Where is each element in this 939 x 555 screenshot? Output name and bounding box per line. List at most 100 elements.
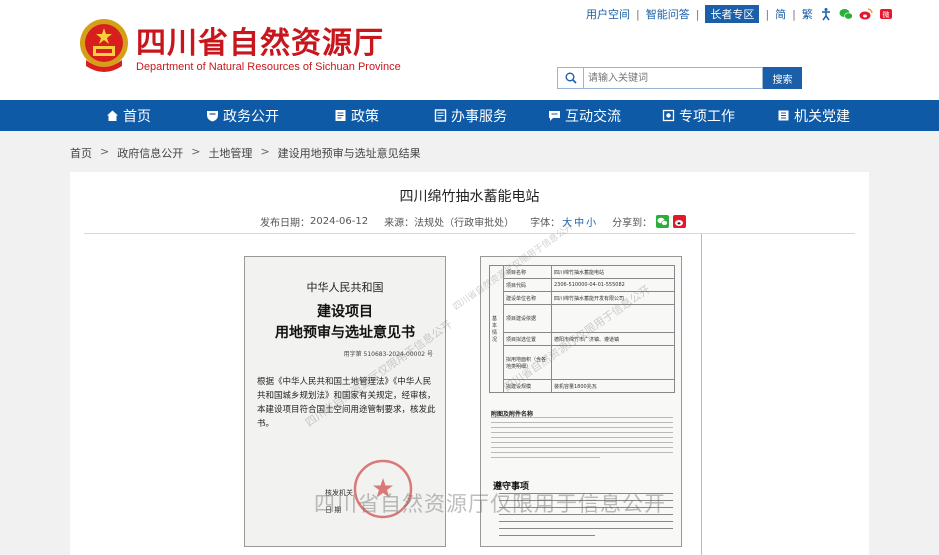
shield-icon — [207, 111, 218, 122]
divider: | — [636, 7, 640, 21]
table-row: 拟用地面积（含各地类明细） — [490, 345, 675, 380]
nav-special-work[interactable]: 专项工作 — [662, 100, 735, 131]
nav-home[interactable]: 首页 — [106, 100, 151, 131]
search-icon[interactable] — [557, 67, 583, 89]
site-name-en: Department of Natural Resources of Sichu… — [136, 61, 401, 73]
divider: | — [792, 7, 796, 21]
doc-number: 用字第 510683-2024-00002 号 — [343, 351, 433, 358]
form-icon — [434, 109, 447, 122]
source-label: 来源： — [384, 218, 415, 229]
breadcrumb-land[interactable]: 土地管理 — [208, 145, 252, 161]
breadcrumb-separator: > — [100, 145, 110, 158]
table-cell: 德阳市绵竹市广济镇、遵道镇 — [551, 332, 675, 346]
nav-gov-affairs[interactable]: 政务公开 — [206, 100, 279, 131]
font-large-button[interactable]: 大 — [562, 214, 572, 229]
nav-label: 机关党建 — [794, 108, 850, 125]
user-space-link[interactable]: 用户空间 — [586, 6, 630, 22]
article-container: 四川绵竹抽水蓄能电站 发布日期： 2024-06-12 来源： 法规处（行政审批… — [70, 172, 869, 555]
breadcrumb-separator: > — [260, 145, 270, 158]
document-image-details[interactable]: 基本情况 项目名称 四川绵竹抽水蓄能电站 项目代码 2306-510000-04-01… — [480, 256, 682, 547]
breadcrumb-gov-info[interactable]: 政府信息公开 — [117, 145, 183, 161]
doc-issuer: 核发机关 — [325, 489, 353, 497]
table-cell: 装机容量1800兆瓦 — [551, 379, 675, 393]
table-cell — [551, 304, 675, 333]
table-cell: 四川绵竹抽水蓄能电站 — [551, 265, 675, 279]
doc-attachment-text — [491, 417, 673, 471]
search-input[interactable] — [583, 67, 763, 89]
divider — [701, 234, 702, 555]
table-cell: 项目名称 — [503, 265, 552, 279]
publish-date: 2024-06-12 — [310, 216, 369, 227]
table-cell: 2306-510000-04-01-555082 — [551, 278, 675, 292]
share-weibo-icon[interactable] — [673, 215, 687, 228]
nav-party-building[interactable]: 机关党建 — [777, 100, 850, 131]
nav-label: 政策 — [351, 108, 379, 125]
nav-interaction[interactable]: 互动交流 — [548, 100, 621, 131]
main-nav: 首页 政务公开 政策 办事服务 互动交流 专项工作 机关党建 — [0, 100, 939, 131]
share-wechat-icon[interactable] — [656, 215, 670, 228]
breadcrumb-separator: > — [191, 145, 201, 158]
nav-label: 办事服务 — [451, 108, 507, 125]
table-row: 基本情况 项目名称 四川绵竹抽水蓄能电站 — [489, 265, 675, 393]
share-label: 分享到： — [612, 218, 653, 229]
table-cell: 拟建设规模 — [503, 379, 552, 393]
doc-title-line2: 用地预审与选址意见书 — [275, 325, 415, 341]
table-row: 项目拟选位置 德阳市绵竹市广济镇、遵道镇 — [490, 332, 675, 346]
document-icon — [335, 110, 346, 121]
document-image-cover[interactable]: 中华人民共和国 建设项目 用地预审与选址意见书 用字第 510683-2024-… — [244, 256, 446, 547]
doc-notice-title: 遵守事项 — [493, 482, 530, 492]
table-cell: 建设单位名称 — [503, 291, 552, 305]
site-name-cn: 四川省自然资源厅 — [136, 26, 384, 61]
breadcrumb: 首页 > 政府信息公开 > 土地管理 > 建设用地预审与选址意见结果 — [70, 145, 421, 161]
divider — [84, 233, 855, 234]
wechat-icon[interactable] — [839, 7, 853, 21]
font-small-button[interactable]: 小 — [586, 214, 596, 229]
table-row: 项目建设依据 — [490, 304, 675, 333]
table-cell: 拟用地面积（含各地类明细） — [503, 345, 552, 380]
article-meta: 发布日期： 2024-06-12 来源： 法规处（行政审批处） 字体： 大 中 … — [260, 214, 687, 229]
smart-qa-link[interactable]: 智能问答 — [646, 6, 690, 22]
nav-label: 互动交流 — [565, 108, 621, 125]
table-row: 项目代码 2306-510000-04-01-555082 — [490, 278, 675, 292]
doc-side-label: 基本情况 — [489, 265, 504, 393]
weibo-badge-icon[interactable]: 微 — [879, 7, 893, 21]
source-value: 法规处（行政审批处） — [414, 218, 515, 229]
font-size-label: 字体： — [530, 218, 561, 229]
doc-date: 日 期 — [325, 506, 342, 514]
nav-policy[interactable]: 政策 — [334, 100, 379, 131]
svg-text:微: 微 — [882, 10, 889, 19]
table-cell: 项目拟选位置 — [503, 332, 552, 346]
breadcrumb-current[interactable]: 建设用地预审与选址意见结果 — [278, 145, 421, 161]
nav-services[interactable]: 办事服务 — [434, 100, 507, 131]
traditional-link[interactable]: 繁 — [802, 6, 813, 22]
simplified-link[interactable]: 简 — [775, 6, 786, 22]
divider: | — [765, 7, 770, 21]
nav-label: 首页 — [123, 108, 151, 125]
doc-info-table: 基本情况 项目名称 四川绵竹抽水蓄能电站 项目代码 2306-510000-04-01… — [489, 265, 675, 393]
site-header: 四川省自然资源厅 Department of Natural Resources… — [0, 0, 939, 100]
nav-label: 政务公开 — [223, 108, 279, 125]
top-links: 用户空间 | 智能问答 | 长者专区 | 简 | 繁 微 — [586, 5, 893, 23]
table-cell: 四川绵竹抽水蓄能开发有限公司 — [551, 291, 675, 305]
font-medium-button[interactable]: 中 — [574, 214, 584, 229]
breadcrumb-home[interactable]: 首页 — [70, 145, 92, 161]
target-icon — [662, 109, 675, 122]
weibo-icon[interactable] — [859, 7, 873, 21]
book-icon — [778, 110, 789, 121]
doc-body: 根据《中华人民共和国土地管理法》《中华人民共和国城乡规划法》和国家有关规定，经审… — [257, 377, 436, 429]
official-seal-icon — [353, 459, 413, 519]
divider: | — [695, 7, 700, 21]
table-cell — [551, 345, 675, 380]
doc-country: 中华人民共和国 — [306, 281, 384, 294]
accessibility-icon[interactable] — [819, 7, 833, 21]
nav-label: 专项工作 — [679, 108, 735, 125]
table-cell: 项目代码 — [503, 278, 552, 292]
home-icon — [107, 110, 118, 121]
doc-title-line1: 建设项目 — [317, 304, 373, 320]
table-row: 拟建设规模 装机容量1800兆瓦 — [490, 379, 675, 393]
search-button[interactable]: 搜索 — [763, 67, 802, 89]
elder-zone-button[interactable]: 长者专区 — [705, 5, 760, 23]
national-emblem-icon — [80, 19, 128, 72]
doc-notice-text — [499, 493, 673, 542]
article-title: 四川绵竹抽水蓄能电站 — [399, 189, 540, 205]
